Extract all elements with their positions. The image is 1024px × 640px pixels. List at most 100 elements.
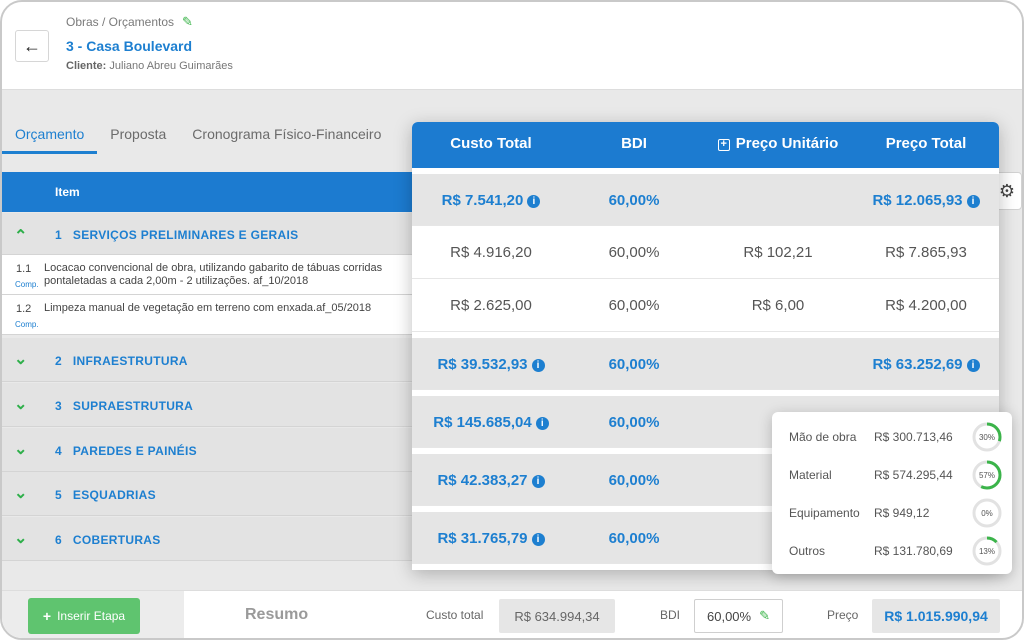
section-row-5[interactable]: ⌄ 5 ESQUADRIAS	[2, 472, 422, 516]
summary-title: Resumo	[245, 606, 309, 623]
arrow-left-icon: ←	[23, 35, 41, 56]
info-icon[interactable]: i	[531, 533, 545, 546]
pricing-row: R$ 4.916,20 60,00% R$ 102,21 R$ 7.865,93	[412, 227, 999, 279]
chevron-up-icon[interactable]: ⌃	[14, 226, 27, 246]
breakdown-value: R$ 574.295,44	[874, 468, 953, 482]
breakdown-label: Equipamento	[789, 506, 860, 520]
percent-ring: 30%	[972, 422, 1002, 452]
bdi-label: BDI	[660, 608, 681, 622]
column-header-item: Item	[55, 185, 80, 199]
summary-bar: + Inserir Etapa Resumo Custo total R$ 63…	[2, 590, 1022, 638]
section-row-1[interactable]: ⌃ 1 SERVIÇOS PRELIMINARES E GERAIS	[2, 213, 422, 255]
breakdown-row: Equipamento R$ 949,12 0%	[772, 494, 1012, 532]
bdi-cell: 60,00%	[608, 244, 660, 261]
section-label: 4 PAREDES E PAINÉIS	[55, 444, 197, 458]
tab-orcamento[interactable]: Orçamento	[2, 120, 98, 154]
section-label: 5 ESQUADRIAS	[55, 488, 156, 502]
item-row-1-2[interactable]: 1.2 Comp. Limpeza manual de vegetação em…	[2, 295, 422, 335]
chevron-down-icon[interactable]: ⌄	[14, 528, 27, 548]
percent-ring: 13%	[972, 536, 1002, 566]
total-cell: R$ 12.065,93 i	[858, 192, 994, 209]
insert-stage-button[interactable]: + Inserir Etapa	[28, 598, 140, 634]
plus-icon: +	[42, 608, 52, 624]
edit-icon[interactable]: ✎	[182, 14, 193, 30]
cost-breakdown-card: Mão de obra R$ 300.713,46 30% Material R…	[772, 412, 1012, 574]
custo-cell: R$ 145.685,04 i	[412, 414, 570, 431]
percent-text: 13%	[979, 547, 995, 556]
section-num: 2	[55, 354, 62, 368]
item-row-1-1[interactable]: 1.1 Comp. Locacao convencional de obra, …	[2, 255, 422, 295]
column-header-preco-total: Preço Total	[885, 135, 967, 152]
bdi-cell: 60,00%	[608, 472, 660, 489]
info-icon[interactable]: i	[966, 195, 980, 208]
tab-cronograma[interactable]: Cronograma Físico-Financeiro	[179, 120, 394, 154]
column-header-bdi: BDI	[621, 135, 647, 152]
breakdown-row: Material R$ 574.295,44 57%	[772, 456, 1012, 494]
bdi-cell: 60,00%	[608, 530, 660, 547]
section-label: 1 SERVIÇOS PRELIMINARES E GERAIS	[55, 228, 298, 242]
info-icon[interactable]: i	[531, 475, 545, 488]
plus-square-icon: +	[717, 139, 730, 151]
custo-total-label: Custo total	[426, 608, 484, 622]
section-row-6[interactable]: ⌄ 6 COBERTURAS	[2, 517, 422, 561]
info-icon[interactable]: i	[527, 195, 541, 208]
total-value: R$ 63.252,69	[872, 356, 963, 373]
section-row-3[interactable]: ⌄ 3 SUPRAESTRUTURA	[2, 383, 422, 427]
section-label: 6 COBERTURAS	[55, 533, 161, 547]
tab-bar: Orçamento Proposta Cronograma Físico-Fin…	[2, 120, 394, 154]
custo-cell: R$ 39.532,93 i	[412, 356, 570, 373]
gear-icon: ⚙	[998, 180, 1016, 201]
custo-value: R$ 42.383,27	[437, 472, 528, 489]
breakdown-row: Mão de obra R$ 300.713,46 30%	[772, 418, 1012, 456]
insert-stage-label: Inserir Etapa	[57, 609, 126, 623]
client-label: Cliente:	[66, 60, 107, 72]
total-cell: R$ 4.200,00	[885, 297, 967, 314]
custo-value: R$ 39.532,93	[437, 356, 528, 373]
chevron-down-icon[interactable]: ⌄	[14, 349, 27, 369]
preco-total-value: R$ 1.015.990,94	[872, 599, 1000, 633]
preco-unitario-label: Preço Unitário	[735, 135, 839, 152]
section-row-2[interactable]: ⌄ 2 INFRAESTRUTURA	[2, 338, 422, 382]
column-header-preco-unitario[interactable]: + Preço Unitário	[698, 135, 858, 152]
percent-text: 57%	[979, 471, 995, 480]
bdi-cell: 60,00%	[608, 297, 660, 314]
comp-link[interactable]: Comp.	[15, 320, 39, 329]
page-header: ← Obras / Orçamentos ✎ 3 - Casa Boulevar…	[2, 2, 1022, 90]
bdi-value: 60,00%	[707, 608, 752, 624]
percent-text: 0%	[981, 509, 993, 518]
unit-cell: R$ 6,00	[751, 297, 805, 314]
breakdown-value: R$ 131.780,69	[874, 544, 953, 558]
section-row-4[interactable]: ⌄ 4 PAREDES E PAINÉIS	[2, 428, 422, 472]
custo-cell: R$ 31.765,79 i	[412, 530, 570, 547]
percent-ring: 0%	[972, 498, 1002, 528]
breakdown-value: R$ 949,12	[874, 506, 930, 520]
custo-cell: R$ 7.541,20 i	[412, 192, 570, 209]
client-name: Juliano Abreu Guimarães	[109, 60, 233, 72]
chevron-down-icon[interactable]: ⌄	[14, 483, 27, 503]
section-num: 4	[55, 444, 62, 458]
pricing-row: R$ 39.532,93 i 60,00% R$ 63.252,69 i	[412, 338, 999, 390]
chevron-down-icon[interactable]: ⌄	[14, 439, 27, 459]
edit-icon[interactable]: ✎	[759, 608, 770, 624]
summary-left: + Inserir Etapa	[2, 591, 184, 638]
section-title: COBERTURAS	[72, 533, 161, 547]
info-icon[interactable]: i	[531, 359, 545, 372]
comp-link[interactable]: Comp.	[15, 280, 39, 289]
bdi-field[interactable]: 60,00% ✎	[694, 599, 783, 633]
breakdown-value: R$ 300.713,46	[874, 430, 953, 444]
breakdown-label: Outros	[789, 544, 826, 558]
chevron-down-icon[interactable]: ⌄	[14, 394, 27, 414]
info-icon[interactable]: i	[535, 417, 549, 430]
custo-value: R$ 7.541,20	[441, 192, 524, 209]
back-button[interactable]: ←	[15, 30, 49, 62]
tab-proposta[interactable]: Proposta	[97, 120, 179, 154]
section-num: 3	[55, 399, 62, 413]
breakdown-label: Material	[789, 468, 832, 482]
bdi-cell: 60,00%	[608, 414, 660, 431]
breadcrumb-text[interactable]: Obras / Orçamentos	[66, 15, 174, 29]
info-icon[interactable]: i	[966, 359, 980, 372]
item-description: Limpeza manual de vegetação em terreno c…	[44, 302, 372, 314]
unit-cell: R$ 102,21	[743, 244, 813, 261]
custo-value: R$ 31.765,79	[437, 530, 528, 547]
pricing-row: R$ 2.625,00 60,00% R$ 6,00 R$ 4.200,00	[412, 280, 999, 332]
